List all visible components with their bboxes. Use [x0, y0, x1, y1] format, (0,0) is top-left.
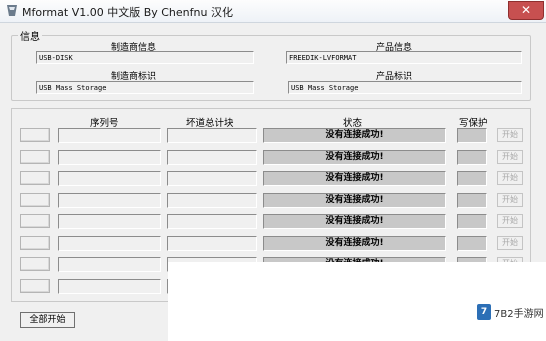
device-row-button[interactable]: [20, 279, 50, 293]
serial-field: [58, 236, 161, 251]
product-id-field[interactable]: USB Mass Storage: [288, 81, 522, 94]
info-legend: 信息: [18, 28, 42, 43]
device-row-button[interactable]: [20, 128, 50, 142]
watermark-text: 7B2手游网: [494, 309, 544, 320]
serial-field: [58, 150, 161, 165]
writeprotect-field: [457, 128, 487, 143]
status-field: 没有连接成功!: [263, 236, 446, 251]
writeprotect-field: [457, 236, 487, 251]
watermark-logo-icon: 7: [477, 304, 491, 320]
status-field: 没有连接成功!: [263, 214, 446, 229]
manufacturer-id-field[interactable]: USB Mass Storage: [36, 81, 254, 94]
serial-field: [58, 128, 161, 143]
writeprotect-field: [457, 214, 487, 229]
status-field: 没有连接成功!: [263, 193, 446, 208]
badblocks-field: [167, 214, 257, 229]
status-field: 没有连接成功!: [263, 171, 446, 186]
start-button[interactable]: 开始: [497, 171, 523, 185]
start-button[interactable]: 开始: [497, 193, 523, 207]
writeprotect-field: [457, 171, 487, 186]
badblocks-field: [167, 128, 257, 143]
start-button[interactable]: 开始: [497, 150, 523, 164]
device-row-button[interactable]: [20, 171, 50, 185]
status-header: 状态: [343, 118, 363, 129]
badblocks-field: [167, 171, 257, 186]
close-button[interactable]: ✕: [508, 1, 544, 20]
badblocks-field: [167, 236, 257, 251]
serial-field: [58, 279, 161, 294]
writeprotect-field: [457, 193, 487, 208]
window-title: Mformat V1.00 中文版 By Chenfnu 汉化: [22, 6, 233, 19]
start-button[interactable]: 开始: [497, 128, 523, 142]
serial-field: [58, 193, 161, 208]
badblocks-field: [167, 150, 257, 165]
serial-field: [58, 214, 161, 229]
device-row-button[interactable]: [20, 150, 50, 164]
product-info-field[interactable]: FREEDIK-LVFORMAT: [286, 51, 522, 64]
device-row-button[interactable]: [20, 214, 50, 228]
writeprotect-field: [457, 150, 487, 165]
status-field: 没有连接成功!: [263, 128, 446, 143]
app-logo-icon: [7, 5, 17, 16]
title-bar[interactable]: Mformat V1.00 中文版 By Chenfnu 汉化 ✕: [0, 0, 546, 23]
badblocks-field: [167, 193, 257, 208]
start-button[interactable]: 开始: [497, 214, 523, 228]
manufacturer-info-field[interactable]: USB-DISK: [36, 51, 254, 64]
device-row-button[interactable]: [20, 193, 50, 207]
badblocks-header: 坏道总计块: [186, 118, 234, 129]
blank-overlay: [168, 262, 546, 341]
writeprotect-header: 写保护: [459, 118, 488, 129]
serial-field: [58, 257, 161, 272]
device-row-button[interactable]: [20, 257, 50, 271]
status-field: 没有连接成功!: [263, 150, 446, 165]
start-button[interactable]: 开始: [497, 236, 523, 250]
device-row-button[interactable]: [20, 236, 50, 250]
start-all-button[interactable]: 全部开始: [20, 312, 75, 328]
serial-header: 序列号: [90, 118, 119, 129]
close-icon: ✕: [520, 3, 532, 17]
serial-field: [58, 171, 161, 186]
